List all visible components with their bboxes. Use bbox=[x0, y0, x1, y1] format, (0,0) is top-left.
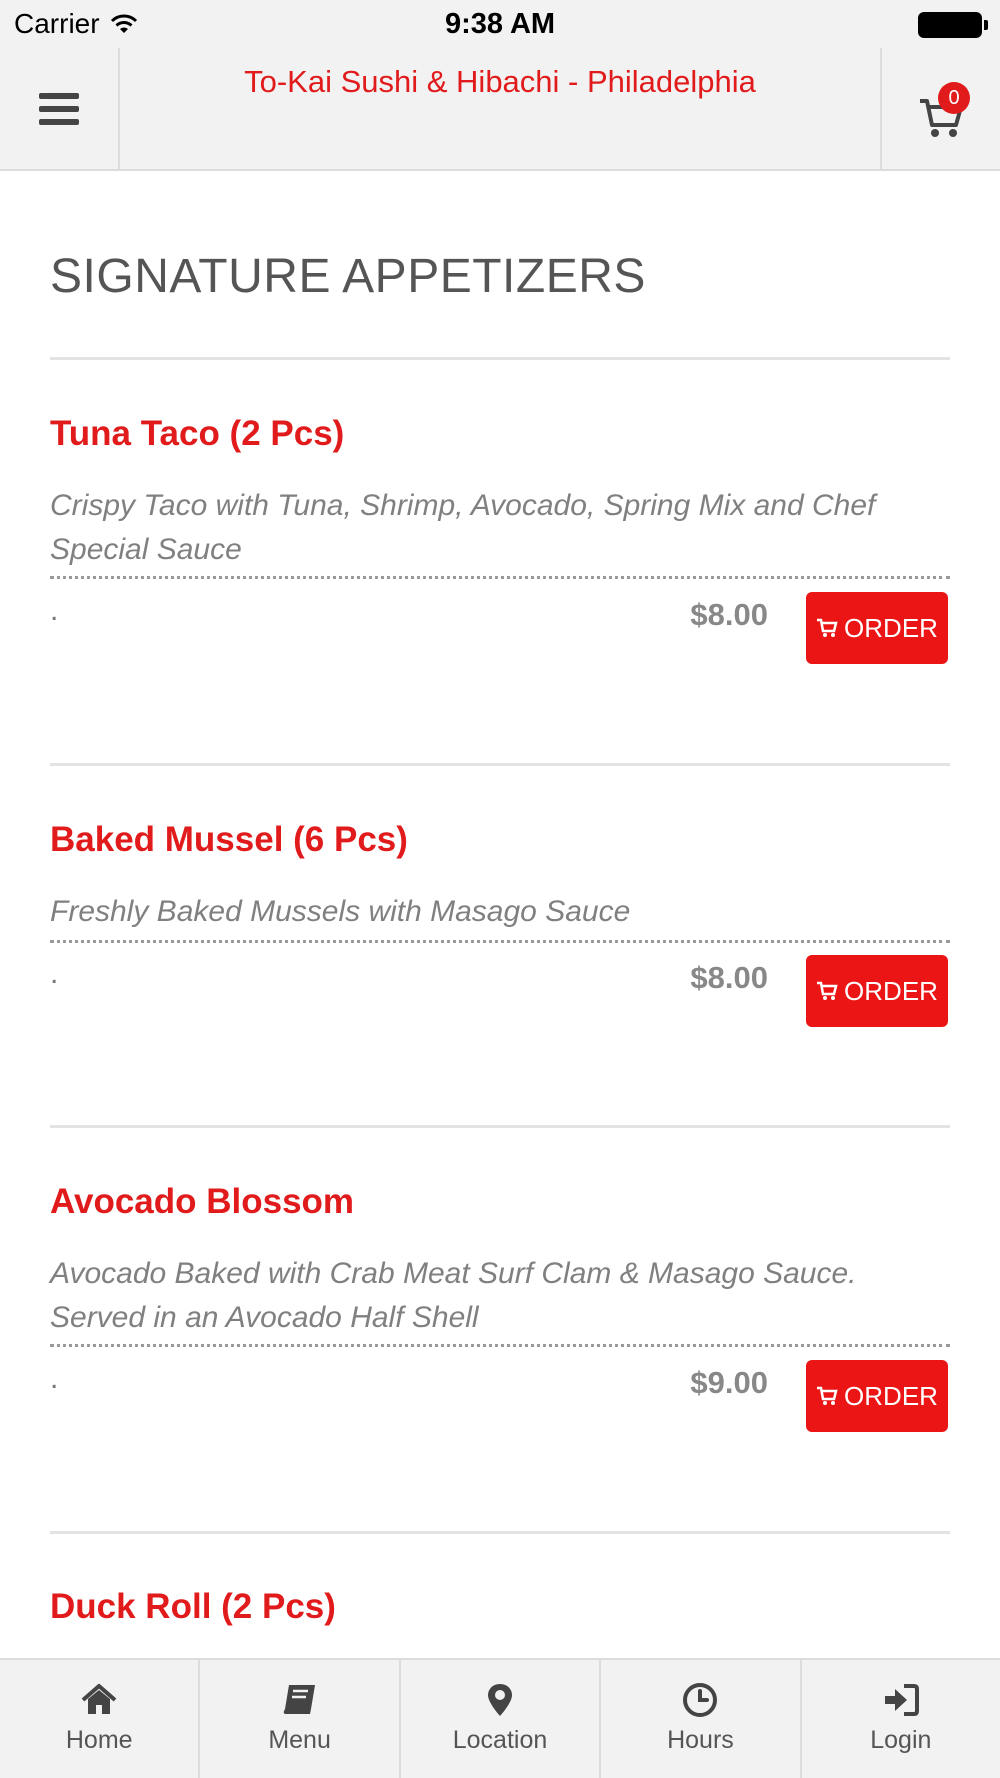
nav-label: Hours bbox=[667, 1726, 734, 1754]
item-name[interactable]: Avocado Blossom bbox=[50, 1182, 354, 1222]
app-header: To-Kai Sushi & Hibachi - Philadelphia 0 bbox=[0, 48, 1000, 171]
status-time: 9:38 AM bbox=[444, 8, 556, 40]
menu-item: Tuna Taco (2 Pcs) Crispy Taco with Tuna,… bbox=[50, 414, 950, 714]
nav-label: Home bbox=[65, 1726, 133, 1754]
item-description: Crispy Taco with Tuna, Shrimp, Avocado, … bbox=[50, 489, 876, 566]
order-label: ORDER bbox=[844, 975, 938, 1006]
nav-label: Location bbox=[452, 1726, 548, 1754]
bottom-nav: Home Menu Location Hours Login bbox=[0, 1658, 1000, 1778]
map-pin-icon bbox=[488, 1684, 513, 1716]
cart-icon bbox=[817, 981, 838, 1000]
item-divider bbox=[50, 1531, 950, 1534]
item-price: $8.00 bbox=[690, 960, 768, 995]
item-divider bbox=[50, 763, 950, 766]
cart-button[interactable]: 0 bbox=[880, 48, 1000, 169]
nav-location[interactable]: Location bbox=[401, 1660, 602, 1778]
order-label: ORDER bbox=[844, 612, 938, 643]
item-price: $8.00 bbox=[690, 597, 768, 632]
section-divider bbox=[50, 357, 950, 360]
hamburger-icon bbox=[39, 92, 79, 125]
item-divider bbox=[50, 1125, 950, 1128]
menu-item: Baked Mussel (6 Pcs) Freshly Baked Musse… bbox=[50, 820, 950, 1080]
nav-hours[interactable]: Hours bbox=[601, 1660, 802, 1778]
item-price: $9.00 bbox=[690, 1365, 768, 1400]
cart-icon bbox=[817, 618, 838, 637]
item-name[interactable]: Baked Mussel (6 Pcs) bbox=[50, 820, 408, 860]
home-icon bbox=[81, 1684, 117, 1714]
order-button[interactable]: ORDER bbox=[806, 955, 948, 1027]
cart-icon bbox=[817, 1386, 838, 1405]
item-name[interactable]: Tuna Taco (2 Pcs) bbox=[50, 414, 344, 454]
status-bar: Carrier 9:38 AM bbox=[0, 0, 1000, 48]
menu-toggle-button[interactable] bbox=[0, 48, 120, 169]
order-label: ORDER bbox=[844, 1380, 938, 1411]
sign-in-icon bbox=[884, 1684, 919, 1716]
cart-count-badge: 0 bbox=[938, 82, 970, 114]
dotted-separator bbox=[50, 576, 950, 579]
book-icon bbox=[283, 1685, 315, 1714]
item-description: Freshly Baked Mussels with Masago Sauce bbox=[50, 895, 631, 928]
restaurant-title: To-Kai Sushi & Hibachi - Philadelphia bbox=[244, 64, 756, 99]
item-description: Avocado Baked with Crab Meat Surf Clam &… bbox=[50, 1257, 857, 1334]
item-note: . bbox=[50, 1362, 59, 1395]
menu-item: Avocado Blossom Avocado Baked with Crab … bbox=[50, 1182, 950, 1482]
order-button[interactable]: ORDER bbox=[806, 1360, 948, 1432]
order-button[interactable]: ORDER bbox=[806, 592, 948, 664]
dotted-separator bbox=[50, 940, 950, 943]
nav-menu[interactable]: Menu bbox=[200, 1660, 401, 1778]
item-note: . bbox=[50, 957, 59, 990]
section-title: SIGNATURE APPETIZERS bbox=[50, 250, 646, 303]
nav-label: Login bbox=[870, 1726, 932, 1754]
item-note: . bbox=[50, 594, 59, 627]
item-name[interactable]: Duck Roll (2 Pcs) bbox=[50, 1587, 336, 1627]
dotted-separator bbox=[50, 1344, 950, 1347]
battery-icon bbox=[918, 12, 988, 38]
nav-label: Menu bbox=[268, 1726, 331, 1754]
clock-icon bbox=[683, 1683, 718, 1717]
menu-item: Duck Roll (2 Pcs) bbox=[50, 1587, 950, 1647]
nav-home[interactable]: Home bbox=[0, 1660, 201, 1778]
nav-login[interactable]: Login bbox=[802, 1660, 1000, 1778]
